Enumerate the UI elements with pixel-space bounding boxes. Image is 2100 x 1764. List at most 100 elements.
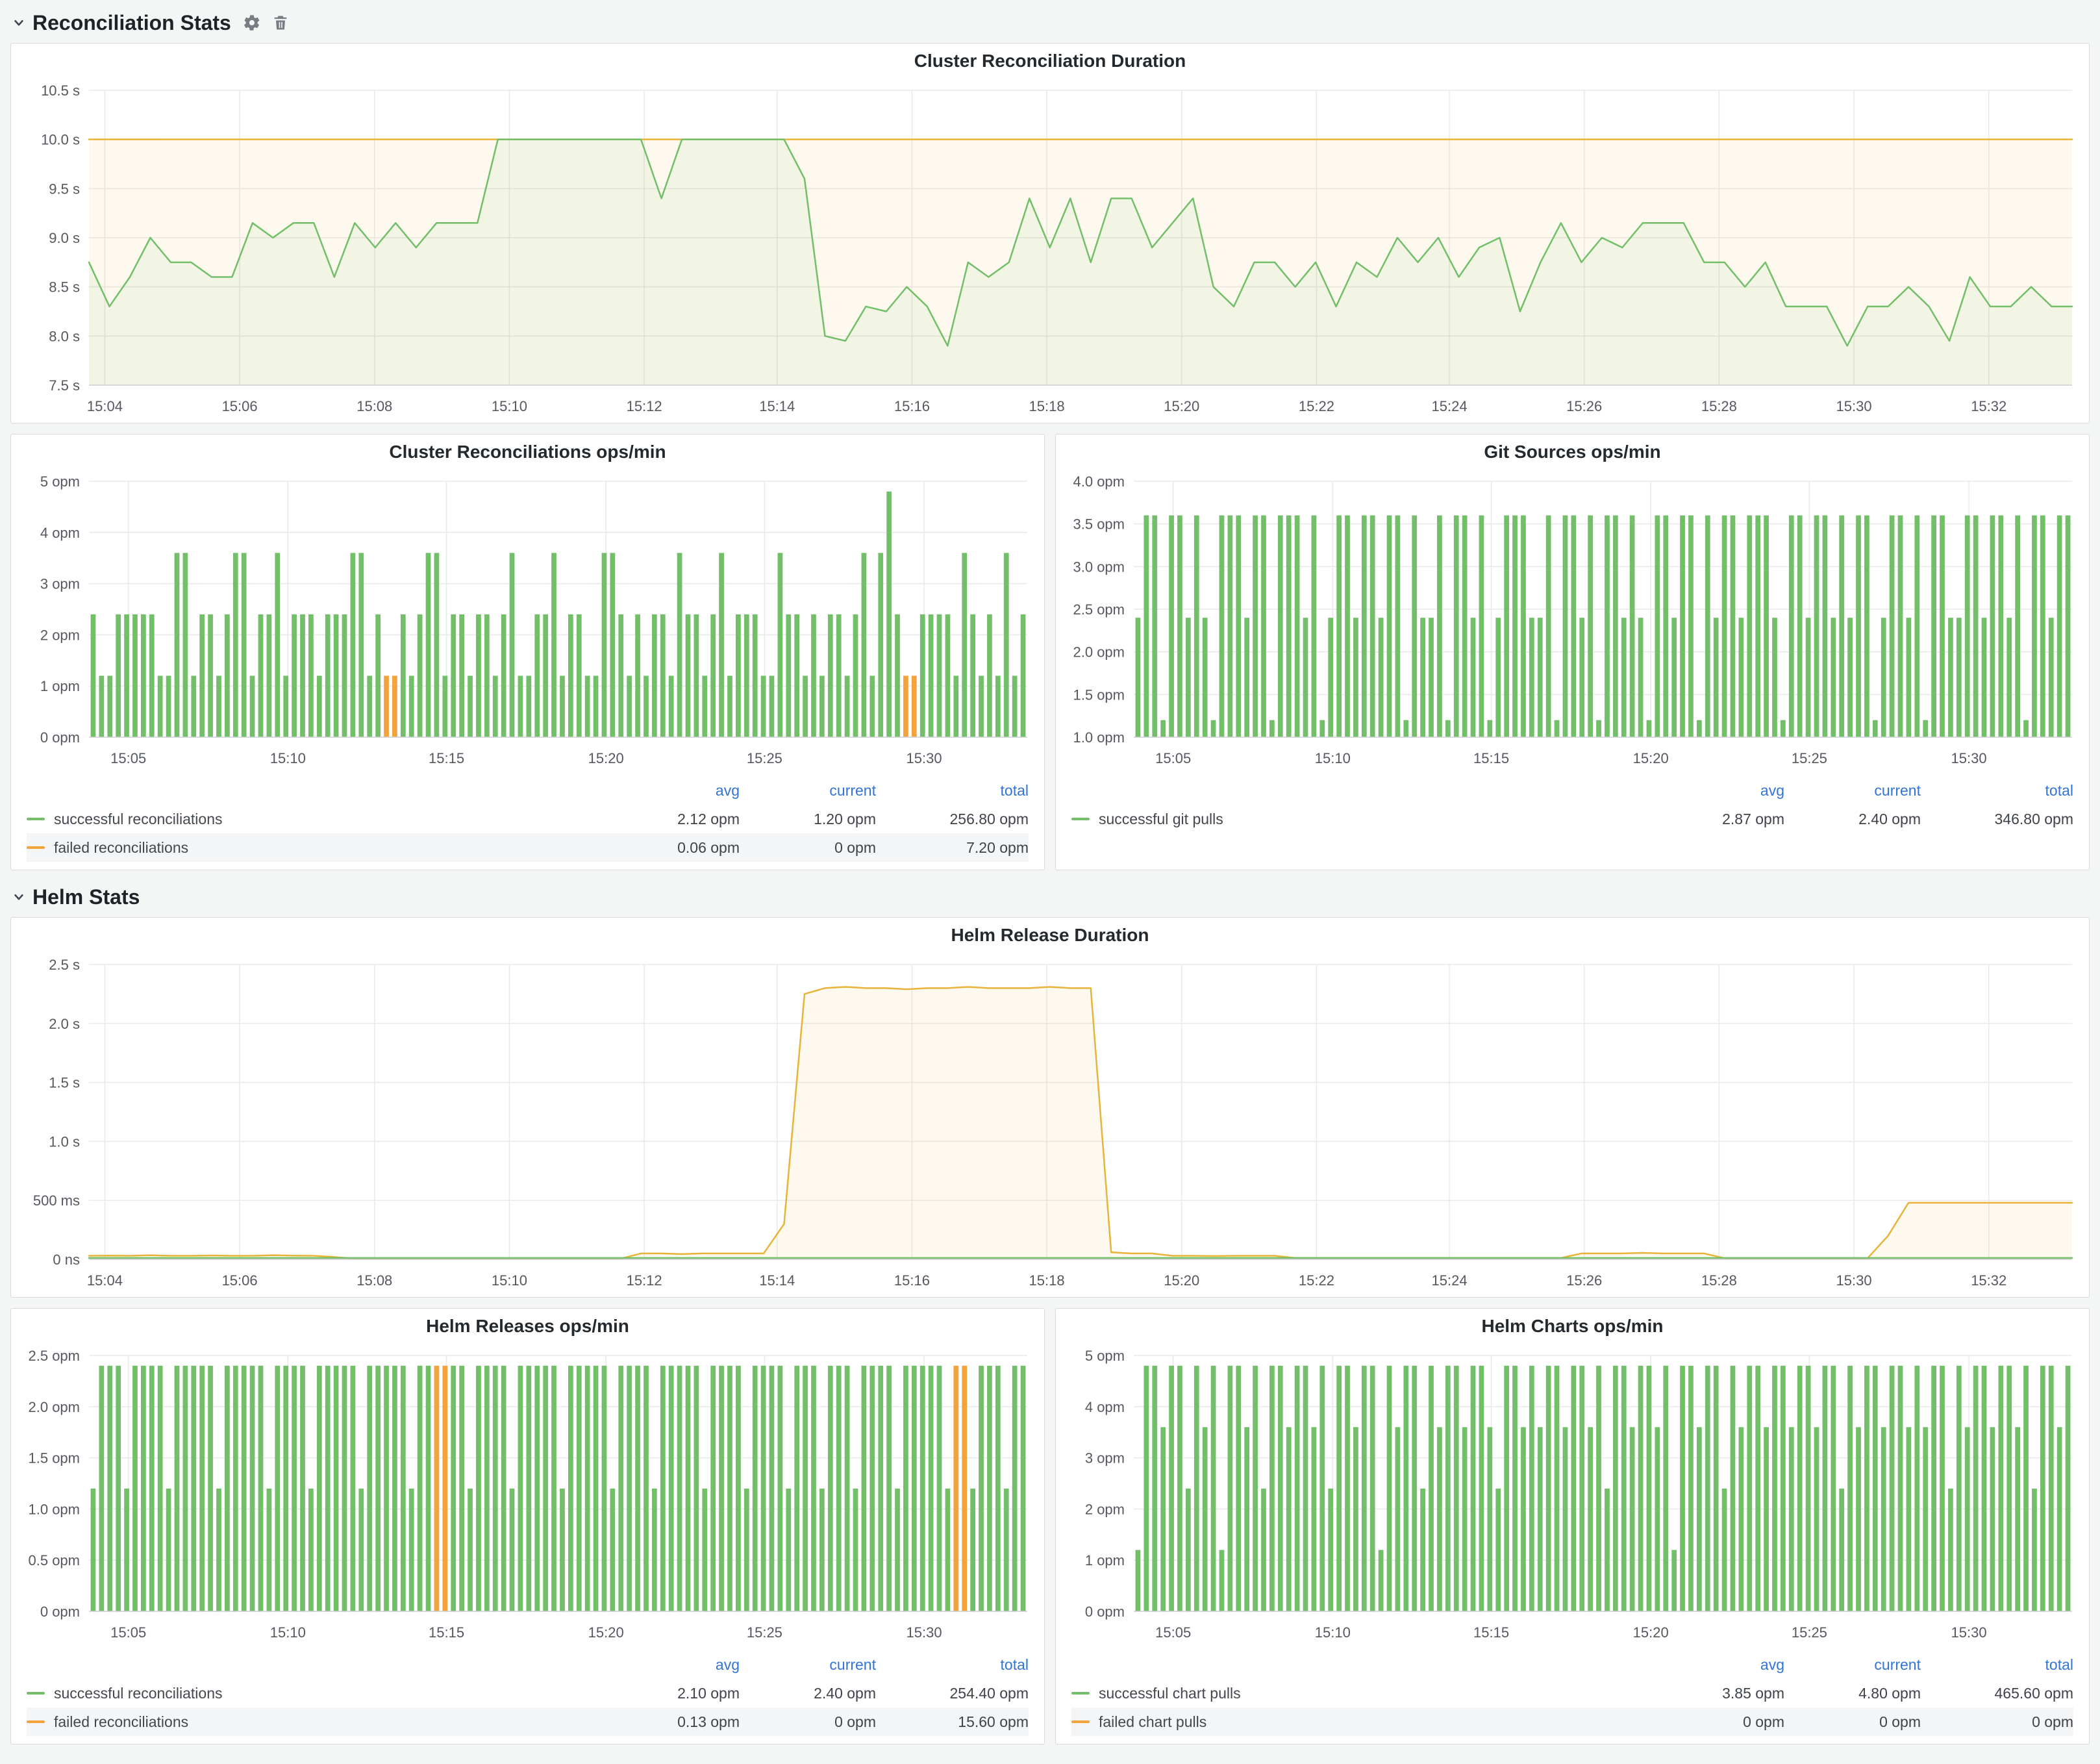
svg-text:15:08: 15:08 xyxy=(356,1272,392,1289)
legend-total-value: 254.40 opm xyxy=(876,1685,1029,1702)
svg-text:0 opm: 0 opm xyxy=(40,729,80,746)
svg-text:15:20: 15:20 xyxy=(1164,1272,1199,1289)
series-marker-orange xyxy=(1071,1720,1090,1723)
section-title-reconciliation-stats: Reconciliation Stats xyxy=(32,11,231,35)
svg-text:15:05: 15:05 xyxy=(110,750,146,766)
legend-avg-value: 0 opm xyxy=(1648,1713,1784,1731)
svg-text:2 opm: 2 opm xyxy=(40,627,80,643)
legend-col-total[interactable]: total xyxy=(876,1656,1029,1674)
legend-col-avg[interactable]: avg xyxy=(1648,1656,1784,1674)
section-title-helm-stats: Helm Stats xyxy=(32,885,140,909)
legend-header: avg current total xyxy=(1071,1650,2073,1679)
helm-releases-chart[interactable]: 0 opm0.5 opm1.0 opm1.5 opm2.0 opm2.5 opm… xyxy=(11,1344,1044,1649)
panel-git-sources-opm: Git Sources ops/min 1.0 opm1.5 opm2.0 op… xyxy=(1055,434,2090,870)
series-label[interactable]: successful reconciliations xyxy=(54,811,223,828)
svg-text:15:32: 15:32 xyxy=(1971,398,2006,414)
legend-row-failed-reconciliations: failed reconciliations 0.13 opm 0 opm 15… xyxy=(27,1707,1029,1736)
grafana-dashboard: Reconciliation Stats Cluster Reconciliat… xyxy=(0,0,2100,1755)
svg-text:15:15: 15:15 xyxy=(429,1624,464,1641)
svg-text:15:15: 15:15 xyxy=(1473,750,1509,766)
chevron-down-icon xyxy=(10,888,27,905)
svg-text:15:24: 15:24 xyxy=(1432,1272,1468,1289)
legend-col-total[interactable]: total xyxy=(1921,782,2073,800)
legend-total-value: 256.80 opm xyxy=(876,811,1029,828)
section-header-reconciliation-stats[interactable]: Reconciliation Stats xyxy=(10,6,2090,39)
cluster-reconciliations-chart[interactable]: 0 opm1 opm2 opm3 opm4 opm5 opm15:0515:10… xyxy=(11,470,1044,775)
panel-cluster-reconciliations-opm: Cluster Reconciliations ops/min 0 opm 1 o… xyxy=(10,434,1045,870)
panel-title-helm-charts-opm[interactable]: Helm Charts ops/min xyxy=(1056,1309,2089,1344)
legend-col-avg[interactable]: avg xyxy=(1648,782,1784,800)
series-marker-green xyxy=(27,1692,45,1695)
svg-text:15:20: 15:20 xyxy=(1633,1624,1669,1641)
svg-text:15:06: 15:06 xyxy=(222,398,258,414)
series-label[interactable]: successful git pulls xyxy=(1099,811,1223,828)
panel-title-helm-release-duration[interactable]: Helm Release Duration xyxy=(11,918,2089,953)
svg-text:15:04: 15:04 xyxy=(87,398,123,414)
legend-total-value: 346.80 opm xyxy=(1921,811,2073,828)
svg-text:0 opm: 0 opm xyxy=(1085,1604,1125,1620)
svg-text:1 opm: 1 opm xyxy=(40,678,80,694)
svg-text:2.5 opm: 2.5 opm xyxy=(29,1348,81,1364)
series-marker-green xyxy=(1071,818,1090,820)
series-label[interactable]: successful chart pulls xyxy=(1099,1685,1241,1702)
svg-text:15:10: 15:10 xyxy=(270,1624,306,1641)
svg-text:15:10: 15:10 xyxy=(492,1272,527,1289)
svg-text:15:14: 15:14 xyxy=(759,398,795,414)
cluster-reconciliation-duration-chart[interactable]: 7.5 s8.0 s8.5 s9.0 s9.5 s10.0 s10.5 s15:… xyxy=(11,79,2089,423)
legend-col-current[interactable]: current xyxy=(740,1656,876,1674)
legend-total-value: 465.60 opm xyxy=(1921,1685,2073,1702)
legend-current-value: 4.80 opm xyxy=(1784,1685,1921,1702)
legend-row-successful-reconciliations: successful reconciliations 2.10 opm 2.40… xyxy=(27,1679,1029,1707)
svg-text:15:25: 15:25 xyxy=(1792,750,1827,766)
series-label[interactable]: failed reconciliations xyxy=(54,1713,188,1731)
svg-text:10.5 s: 10.5 s xyxy=(41,82,80,99)
svg-text:15:08: 15:08 xyxy=(356,398,392,414)
legend-git-sources: avg current total successful git pulls 2… xyxy=(1056,775,2089,841)
svg-text:15:30: 15:30 xyxy=(1951,1624,1987,1641)
legend-current-value: 0 opm xyxy=(740,1713,876,1731)
svg-text:15:24: 15:24 xyxy=(1432,398,1468,414)
series-label[interactable]: successful reconciliations xyxy=(54,1685,223,1702)
svg-text:2.0 s: 2.0 s xyxy=(49,1016,80,1032)
legend-header: avg current total xyxy=(27,1650,1029,1679)
legend-col-total[interactable]: total xyxy=(876,782,1029,800)
panel-title-cluster-reconciliations-opm[interactable]: Cluster Reconciliations ops/min xyxy=(11,435,1044,470)
git-sources-chart[interactable]: 1.0 opm1.5 opm2.0 opm2.5 opm3.0 opm3.5 o… xyxy=(1056,470,2089,775)
legend-header: avg current total xyxy=(1071,776,2073,805)
legend-helm-charts: avg current total successful chart pulls… xyxy=(1056,1649,2089,1744)
svg-text:10.0 s: 10.0 s xyxy=(41,132,80,148)
svg-text:2.5 s: 2.5 s xyxy=(49,957,80,973)
helm-release-duration-chart[interactable]: 0 ns500 ms1.0 s1.5 s2.0 s2.5 s15:0415:06… xyxy=(11,953,2089,1297)
svg-text:15:20: 15:20 xyxy=(588,1624,624,1641)
svg-text:15:30: 15:30 xyxy=(1951,750,1987,766)
panel-title-cluster-reconciliation-duration[interactable]: Cluster Reconciliation Duration xyxy=(11,44,2089,79)
svg-text:15:30: 15:30 xyxy=(1836,398,1872,414)
svg-text:15:30: 15:30 xyxy=(906,750,942,766)
legend-col-avg[interactable]: avg xyxy=(603,782,740,800)
legend-col-current[interactable]: current xyxy=(740,782,876,800)
series-label[interactable]: failed reconciliations xyxy=(54,839,188,857)
svg-text:15:05: 15:05 xyxy=(1155,750,1191,766)
svg-text:15:20: 15:20 xyxy=(1164,398,1199,414)
svg-text:8.5 s: 8.5 s xyxy=(49,279,80,296)
legend-col-current[interactable]: current xyxy=(1784,782,1921,800)
panel-title-helm-releases-opm[interactable]: Helm Releases ops/min xyxy=(11,1309,1044,1344)
series-marker-orange xyxy=(27,846,45,849)
legend-row-failed-reconciliations: failed reconciliations 0.06 opm 0 opm 7.… xyxy=(27,833,1029,862)
legend-col-current[interactable]: current xyxy=(1784,1656,1921,1674)
legend-cluster-reconciliations: avg current total successful reconciliat… xyxy=(11,775,1044,870)
section-header-helm-stats[interactable]: Helm Stats xyxy=(10,881,2090,913)
svg-text:2.5 opm: 2.5 opm xyxy=(1073,601,1125,618)
svg-text:15:22: 15:22 xyxy=(1299,398,1334,414)
series-label[interactable]: failed chart pulls xyxy=(1099,1713,1206,1731)
gear-icon[interactable] xyxy=(243,14,261,32)
svg-text:1.5 opm: 1.5 opm xyxy=(29,1450,81,1467)
row-helm-panels: Helm Releases ops/min 0 opm0.5 opm1.0 op… xyxy=(10,1308,2090,1755)
panel-title-git-sources-opm[interactable]: Git Sources ops/min xyxy=(1056,435,2089,470)
helm-charts-chart[interactable]: 0 opm1 opm2 opm3 opm4 opm5 opm15:0515:10… xyxy=(1056,1344,2089,1649)
trash-icon[interactable] xyxy=(271,14,290,32)
legend-col-total[interactable]: total xyxy=(1921,1656,2073,1674)
svg-text:1.5 opm: 1.5 opm xyxy=(1073,687,1125,703)
legend-col-avg[interactable]: avg xyxy=(603,1656,740,1674)
svg-text:15:10: 15:10 xyxy=(492,398,527,414)
